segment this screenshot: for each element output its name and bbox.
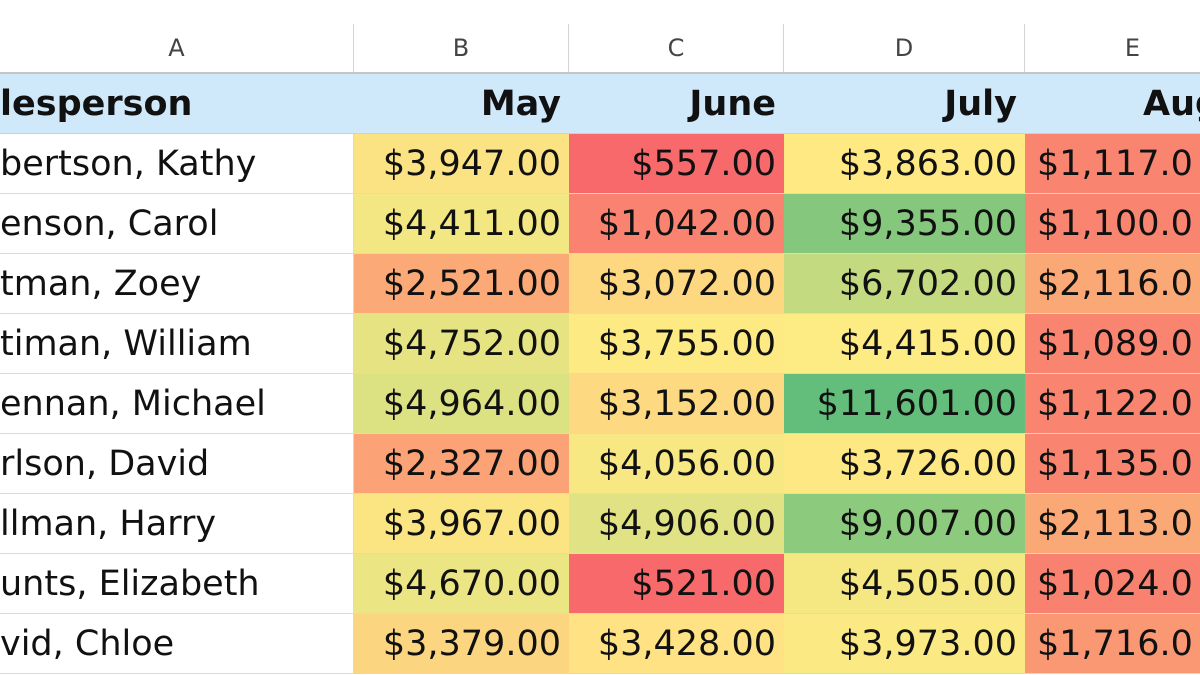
may-sales-cell[interactable]: $4,411.00 xyxy=(354,194,569,254)
june-sales-cell[interactable]: $3,152.00 xyxy=(569,374,784,434)
july-sales-cell[interactable]: $3,726.00 xyxy=(784,434,1025,494)
may-sales-cell[interactable]: $2,327.00 xyxy=(354,434,569,494)
salesperson-cell[interactable]: unts, Elizabeth xyxy=(0,554,354,614)
spreadsheet: A B C D E lesperson May June July Aug be… xyxy=(0,0,1200,675)
column-header-e[interactable]: E xyxy=(1025,24,1200,72)
column-headers: A B C D E xyxy=(0,0,1200,74)
july-sales-cell[interactable]: $4,415.00 xyxy=(784,314,1025,374)
may-sales-cell[interactable]: $2,521.00 xyxy=(354,254,569,314)
table-row: llman, Harry $3,967.00 $4,906.00 $9,007.00 $… xyxy=(0,494,1200,554)
july-sales-cell[interactable]: $3,863.00 xyxy=(784,134,1025,194)
june-sales-cell[interactable]: $3,428.00 xyxy=(569,614,784,674)
aug-sales-cell[interactable]: $1,024.0 xyxy=(1025,554,1200,614)
header-may[interactable]: May xyxy=(354,74,569,134)
salesperson-cell[interactable]: ennan, Michael xyxy=(0,374,354,434)
table-row: timan, William $4,752.00 $3,755.00 $4,415.0… xyxy=(0,314,1200,374)
may-sales-cell[interactable]: $3,379.00 xyxy=(354,614,569,674)
table-row: ennan, Michael $4,964.00 $3,152.00 $11,601.… xyxy=(0,374,1200,434)
june-sales-cell[interactable]: $521.00 xyxy=(569,554,784,614)
may-sales-cell[interactable]: $3,947.00 xyxy=(354,134,569,194)
aug-sales-cell[interactable]: $1,100.0 xyxy=(1025,194,1200,254)
salesperson-cell[interactable]: vid, Chloe xyxy=(0,614,354,674)
aug-sales-cell[interactable]: $1,122.0 xyxy=(1025,374,1200,434)
aug-sales-cell[interactable]: $2,116.0 xyxy=(1025,254,1200,314)
table-row: unts, Elizabeth $4,670.00 $521.00 $4,505.00… xyxy=(0,554,1200,614)
aug-sales-cell[interactable]: $1,716.0 xyxy=(1025,614,1200,674)
table-row: enson, Carol $4,411.00 $1,042.00 $9,355.00 $… xyxy=(0,194,1200,254)
header-july[interactable]: July xyxy=(784,74,1025,134)
table-row: vid, Chloe $3,379.00 $3,428.00 $3,973.00 $1,… xyxy=(0,614,1200,674)
column-header-c[interactable]: C xyxy=(569,24,784,72)
may-sales-cell[interactable]: $4,670.00 xyxy=(354,554,569,614)
june-sales-cell[interactable]: $3,755.00 xyxy=(569,314,784,374)
column-header-d[interactable]: D xyxy=(784,24,1025,72)
june-sales-cell[interactable]: $4,906.00 xyxy=(569,494,784,554)
salesperson-cell[interactable]: enson, Carol xyxy=(0,194,354,254)
june-sales-cell[interactable]: $4,056.00 xyxy=(569,434,784,494)
june-sales-cell[interactable]: $1,042.00 xyxy=(569,194,784,254)
july-sales-cell[interactable]: $4,505.00 xyxy=(784,554,1025,614)
aug-sales-cell[interactable]: $1,135.0 xyxy=(1025,434,1200,494)
aug-sales-cell[interactable]: $2,113.0 xyxy=(1025,494,1200,554)
june-sales-cell[interactable]: $3,072.00 xyxy=(569,254,784,314)
salesperson-cell[interactable]: llman, Harry xyxy=(0,494,354,554)
july-sales-cell[interactable]: $9,007.00 xyxy=(784,494,1025,554)
may-sales-cell[interactable]: $4,964.00 xyxy=(354,374,569,434)
june-sales-cell[interactable]: $557.00 xyxy=(569,134,784,194)
salesperson-cell[interactable]: rlson, David xyxy=(0,434,354,494)
table-row: bertson, Kathy $3,947.00 $557.00 $3,863.00 $… xyxy=(0,134,1200,194)
column-header-a[interactable]: A xyxy=(0,24,354,72)
header-aug[interactable]: Aug xyxy=(1025,74,1200,134)
may-sales-cell[interactable]: $3,967.00 xyxy=(354,494,569,554)
table-row: rlson, David $2,327.00 $4,056.00 $3,726.00 $… xyxy=(0,434,1200,494)
aug-sales-cell[interactable]: $1,117.0 xyxy=(1025,134,1200,194)
salesperson-cell[interactable]: tman, Zoey xyxy=(0,254,354,314)
column-header-b[interactable]: B xyxy=(354,24,569,72)
aug-sales-cell[interactable]: $1,089.0 xyxy=(1025,314,1200,374)
table-header-row: lesperson May June July Aug xyxy=(0,74,1200,134)
table-row: tman, Zoey $2,521.00 $3,072.00 $6,702.00 $2,… xyxy=(0,254,1200,314)
july-sales-cell[interactable]: $3,973.00 xyxy=(784,614,1025,674)
salesperson-cell[interactable]: timan, William xyxy=(0,314,354,374)
salesperson-cell[interactable]: bertson, Kathy xyxy=(0,134,354,194)
july-sales-cell[interactable]: $9,355.00 xyxy=(784,194,1025,254)
may-sales-cell[interactable]: $4,752.00 xyxy=(354,314,569,374)
july-sales-cell[interactable]: $11,601.00 xyxy=(784,374,1025,434)
header-salesperson[interactable]: lesperson xyxy=(0,74,354,134)
header-june[interactable]: June xyxy=(569,74,784,134)
july-sales-cell[interactable]: $6,702.00 xyxy=(784,254,1025,314)
